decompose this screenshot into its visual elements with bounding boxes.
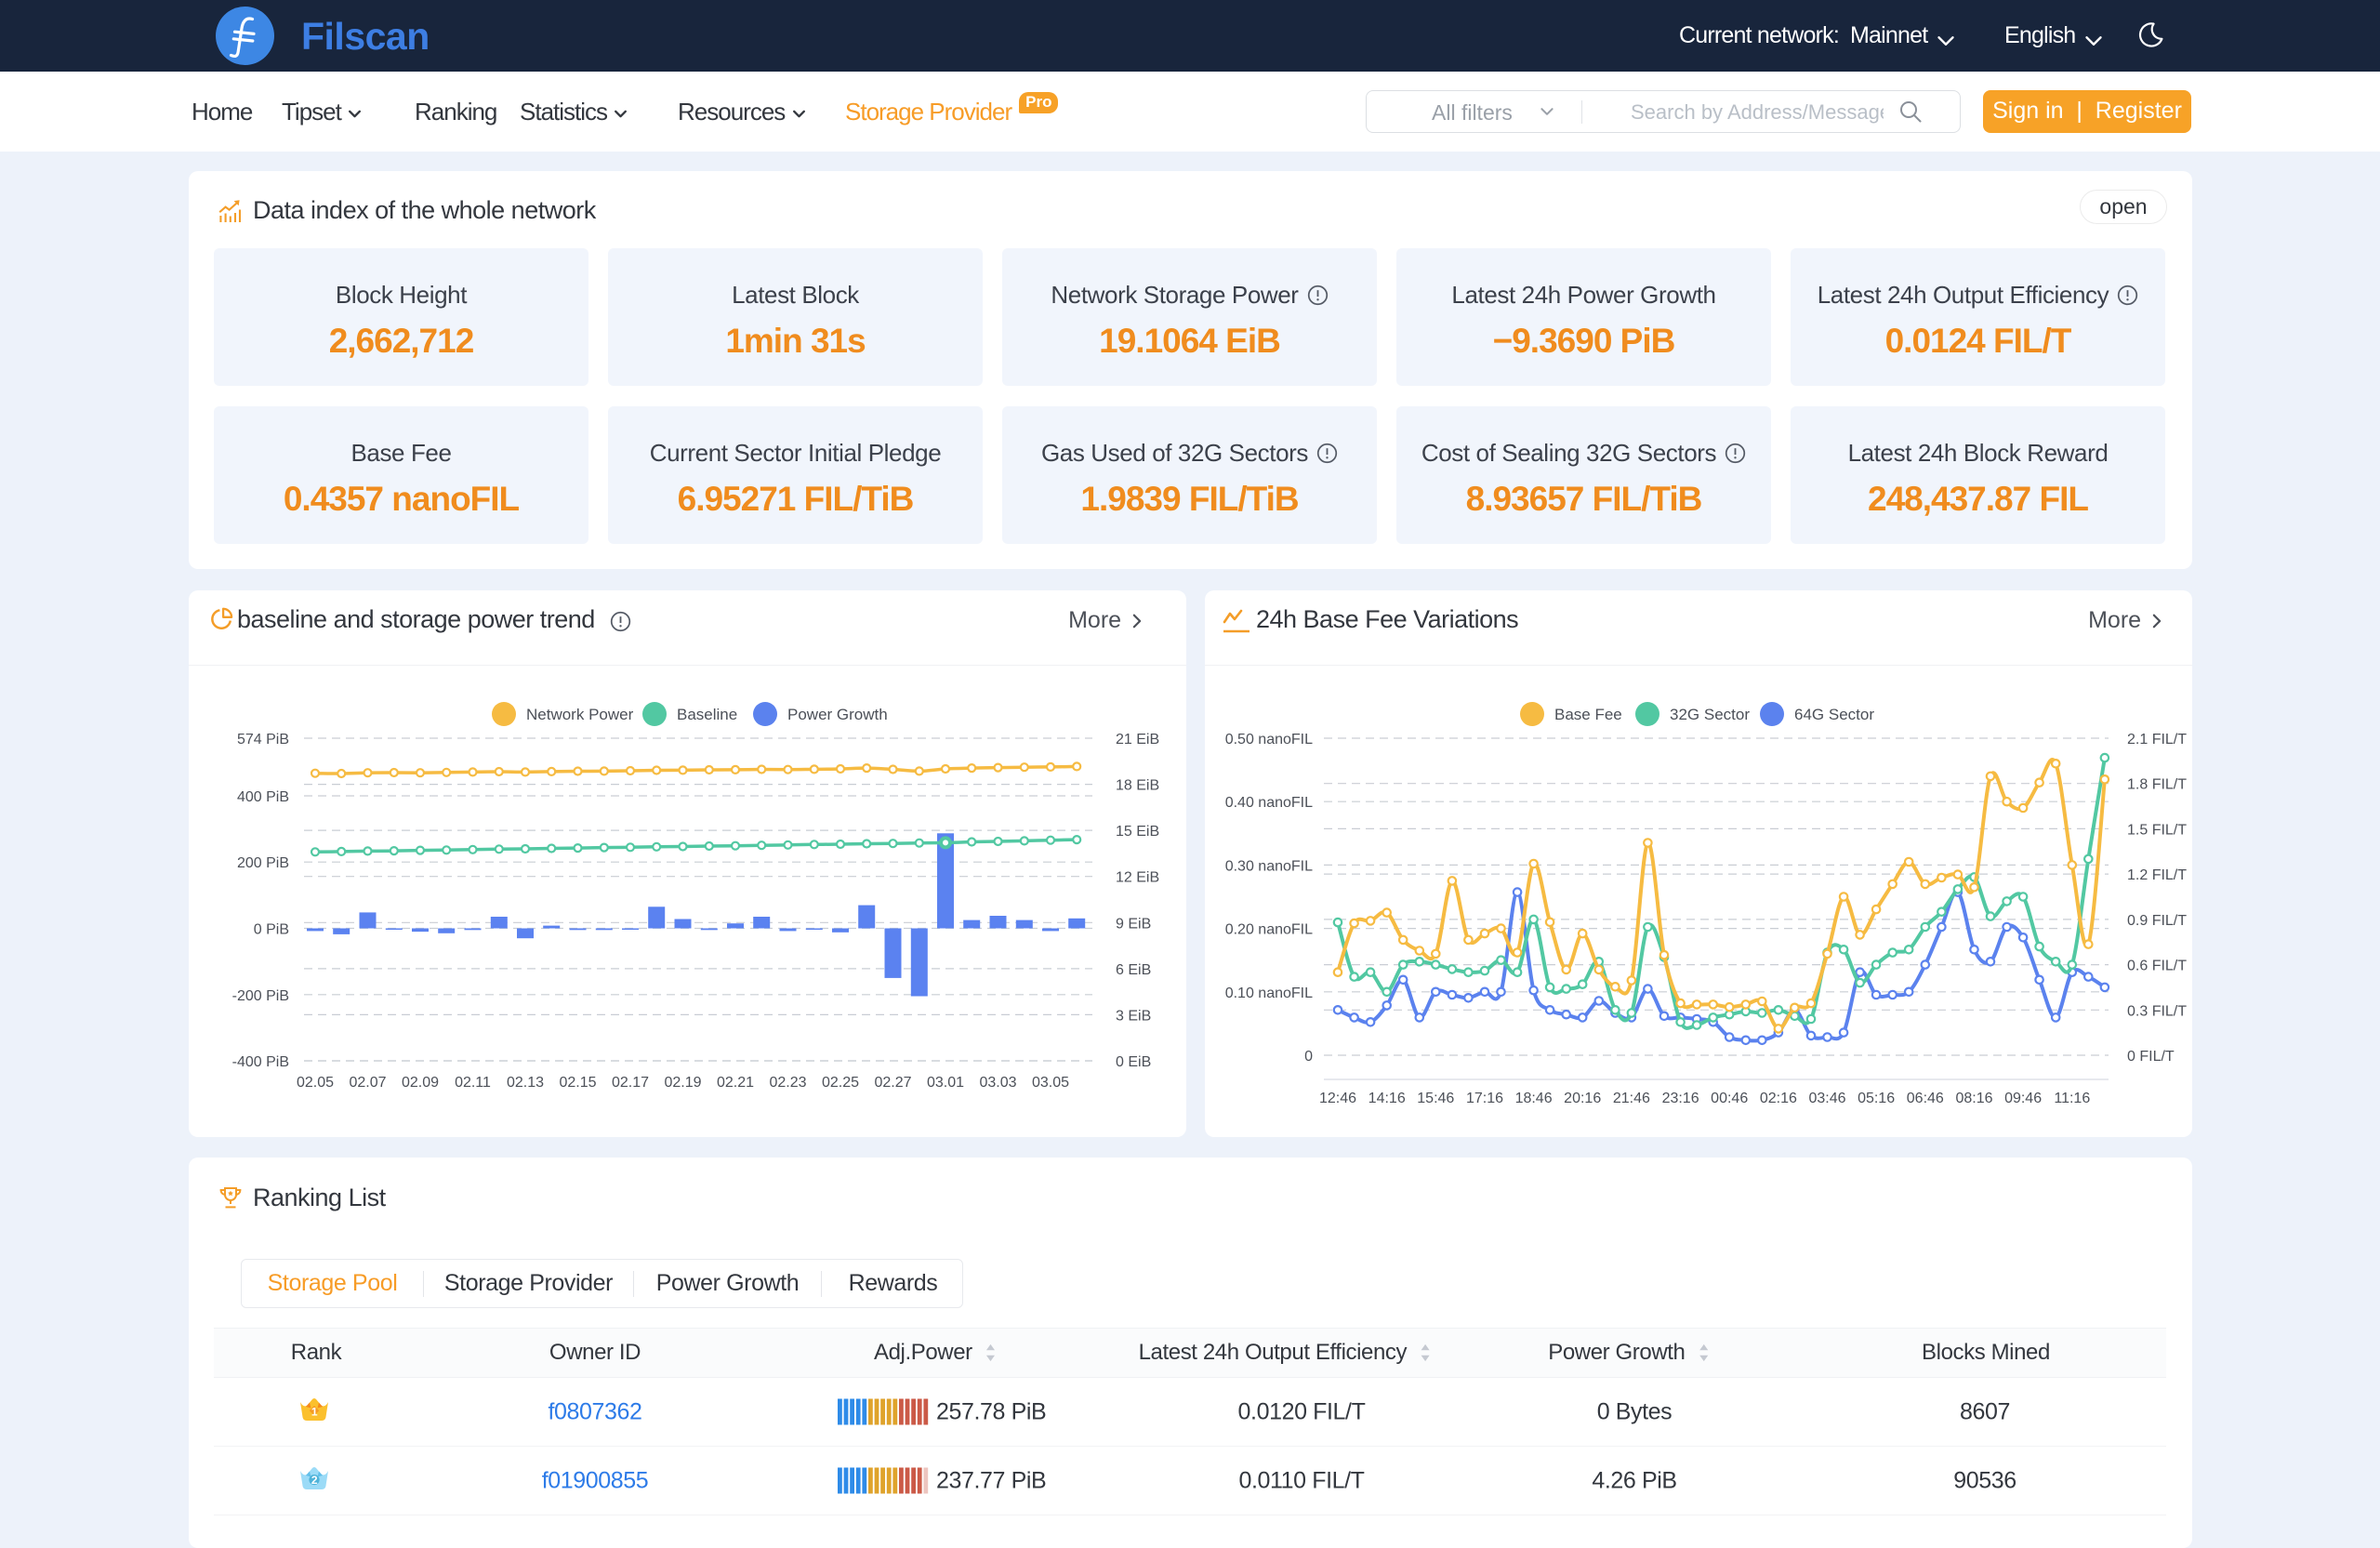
svg-text:0.40 nanoFIL: 0.40 nanoFIL	[1225, 795, 1313, 811]
svg-text:03.05: 03.05	[1032, 1075, 1069, 1091]
svg-text:02.11: 02.11	[455, 1075, 491, 1091]
svg-text:400 PiB: 400 PiB	[237, 789, 289, 805]
svg-text:03.03: 03.03	[979, 1075, 1016, 1091]
svg-text:Power Growth: Power Growth	[787, 706, 888, 723]
svg-text:12 EiB: 12 EiB	[1116, 870, 1159, 886]
svg-text:3 EiB: 3 EiB	[1116, 1008, 1151, 1024]
svg-text:02.07: 02.07	[349, 1075, 386, 1091]
svg-text:08:16: 08:16	[1955, 1091, 1992, 1106]
svg-text:0.20 nanoFIL: 0.20 nanoFIL	[1225, 922, 1313, 938]
svg-text:05:16: 05:16	[1858, 1091, 1895, 1106]
svg-text:02.17: 02.17	[612, 1075, 649, 1091]
svg-text:2.1 FIL/T: 2.1 FIL/T	[2127, 732, 2187, 748]
svg-text:0: 0	[1304, 1049, 1313, 1065]
svg-text:0.10 nanoFIL: 0.10 nanoFIL	[1225, 986, 1313, 1001]
svg-text:23:16: 23:16	[1662, 1091, 1699, 1106]
svg-text:09:46: 09:46	[2004, 1091, 2042, 1106]
svg-text:15:46: 15:46	[1417, 1091, 1454, 1106]
svg-text:02.19: 02.19	[664, 1075, 701, 1091]
svg-text:-200 PiB: -200 PiB	[232, 988, 289, 1004]
svg-text:21:46: 21:46	[1613, 1091, 1650, 1106]
svg-text:574 PiB: 574 PiB	[237, 732, 289, 748]
svg-text:03.01: 03.01	[927, 1075, 964, 1091]
svg-text:18 EiB: 18 EiB	[1116, 778, 1159, 794]
svg-text:6 EiB: 6 EiB	[1116, 962, 1151, 978]
svg-text:02.23: 02.23	[769, 1075, 806, 1091]
svg-text:2: 2	[311, 1474, 318, 1487]
svg-text:11:16: 11:16	[2054, 1091, 2090, 1106]
svg-text:-400 PiB: -400 PiB	[232, 1054, 289, 1070]
svg-text:12:46: 12:46	[1319, 1091, 1356, 1106]
svg-text:20:16: 20:16	[1564, 1091, 1601, 1106]
svg-text:0.50 nanoFIL: 0.50 nanoFIL	[1225, 732, 1313, 748]
svg-text:02.21: 02.21	[717, 1075, 754, 1091]
svg-text:1: 1	[311, 1405, 318, 1418]
svg-text:02.05: 02.05	[297, 1075, 334, 1091]
svg-text:00:46: 00:46	[1711, 1091, 1748, 1106]
svg-text:0.30 nanoFIL: 0.30 nanoFIL	[1225, 858, 1313, 874]
svg-text:0.3 FIL/T: 0.3 FIL/T	[2127, 1003, 2187, 1019]
svg-text:06:46: 06:46	[1907, 1091, 1944, 1106]
svg-text:21 EiB: 21 EiB	[1116, 732, 1159, 748]
svg-text:64G Sector: 64G Sector	[1794, 706, 1874, 723]
svg-text:02.15: 02.15	[559, 1075, 596, 1091]
svg-text:0 FIL/T: 0 FIL/T	[2127, 1049, 2175, 1065]
svg-text:9 EiB: 9 EiB	[1116, 916, 1151, 932]
svg-text:Network Power: Network Power	[526, 706, 634, 723]
svg-text:0 EiB: 0 EiB	[1116, 1054, 1151, 1070]
svg-text:Base Fee: Base Fee	[1554, 706, 1622, 723]
svg-text:02.09: 02.09	[402, 1075, 439, 1091]
svg-text:02:16: 02:16	[1760, 1091, 1797, 1106]
svg-text:15 EiB: 15 EiB	[1116, 824, 1159, 840]
svg-text:Baseline: Baseline	[677, 706, 737, 723]
svg-text:1.8 FIL/T: 1.8 FIL/T	[2127, 777, 2187, 793]
svg-text:02.25: 02.25	[822, 1075, 859, 1091]
svg-text:02.27: 02.27	[874, 1075, 911, 1091]
svg-text:17:16: 17:16	[1466, 1091, 1503, 1106]
svg-text:200 PiB: 200 PiB	[237, 855, 289, 871]
svg-text:32G Sector: 32G Sector	[1670, 706, 1750, 723]
svg-text:1.2 FIL/T: 1.2 FIL/T	[2127, 867, 2187, 883]
svg-text:0.6 FIL/T: 0.6 FIL/T	[2127, 959, 2187, 974]
svg-text:14:16: 14:16	[1368, 1091, 1406, 1106]
svg-text:03:46: 03:46	[1808, 1091, 1845, 1106]
svg-text:0.9 FIL/T: 0.9 FIL/T	[2127, 913, 2187, 929]
svg-text:0 PiB: 0 PiB	[254, 922, 289, 938]
svg-text:1.5 FIL/T: 1.5 FIL/T	[2127, 822, 2187, 838]
svg-text:18:46: 18:46	[1515, 1091, 1553, 1106]
svg-text:02.13: 02.13	[507, 1075, 544, 1091]
